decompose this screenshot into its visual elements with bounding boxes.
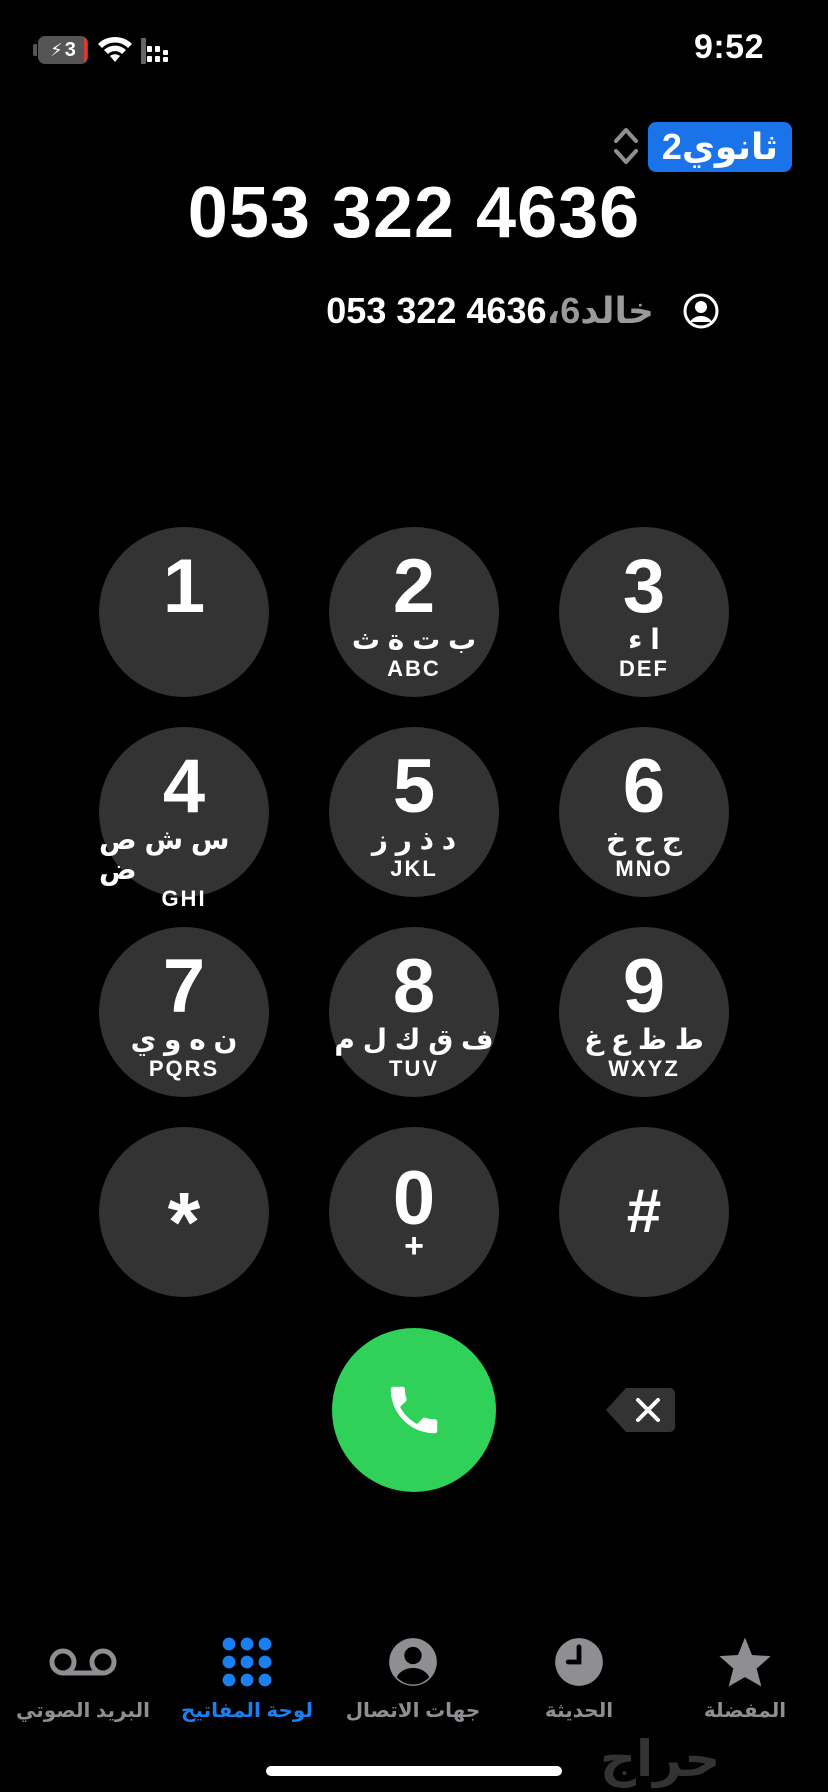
tab-label: لوحة المفاتيح bbox=[181, 1700, 313, 1722]
cellular-signal-icon bbox=[141, 38, 168, 64]
key-arabic-letters: ج ح خ bbox=[605, 824, 683, 855]
tab-contacts[interactable]: جهات الاتصال bbox=[333, 1634, 493, 1723]
tab-voicemail[interactable]: البريد الصوتي bbox=[3, 1634, 163, 1723]
key-plus-label: + bbox=[404, 1227, 424, 1265]
suggestion-separator: ، bbox=[546, 290, 561, 331]
voicemail-icon bbox=[49, 1648, 117, 1676]
battery-tip bbox=[33, 44, 37, 56]
key-digit: 9 bbox=[622, 944, 666, 1029]
key-star[interactable]: * bbox=[99, 1127, 269, 1297]
key-digit: 1 bbox=[162, 544, 206, 629]
key-1[interactable]: 1 bbox=[99, 527, 269, 697]
tab-recents[interactable]: الحديثة bbox=[499, 1634, 659, 1723]
tab-label: الحديثة bbox=[544, 1700, 614, 1722]
key-digit: 4 bbox=[162, 744, 206, 829]
contacts-icon bbox=[389, 1638, 437, 1686]
key-latin-letters: GHI bbox=[161, 886, 207, 911]
delete-button[interactable] bbox=[604, 1386, 676, 1434]
key-hash[interactable]: # bbox=[559, 1127, 729, 1297]
key-arabic-letters: س ش ص ض bbox=[99, 824, 230, 885]
key-latin-letters: MNO bbox=[615, 856, 673, 881]
tab-label: البريد الصوتي bbox=[16, 1700, 150, 1722]
key-arabic-letters: د ذ ر ز bbox=[371, 824, 457, 855]
battery-level: 3 bbox=[64, 38, 76, 61]
key-latin-letters: DEF bbox=[619, 656, 669, 681]
line-selector-badge[interactable]: ثانوي2 bbox=[647, 122, 792, 172]
key-0[interactable]: 0 + bbox=[329, 1127, 499, 1297]
contact-person-icon bbox=[683, 293, 719, 329]
clock-icon bbox=[555, 1638, 603, 1686]
key-digit: 8 bbox=[392, 944, 436, 1029]
key-2[interactable]: 2 ب ت ة ث ABC bbox=[329, 527, 499, 697]
key-latin-letters: WXYZ bbox=[608, 1056, 680, 1081]
status-time: 9:52 bbox=[693, 28, 764, 66]
key-6[interactable]: 6 ج ح خ MNO bbox=[559, 727, 729, 897]
tab-label: المفضلة bbox=[703, 1700, 787, 1722]
key-digit: 6 bbox=[622, 744, 666, 829]
key-4[interactable]: 4 س ش ص ض GHI bbox=[99, 727, 269, 911]
call-button[interactable] bbox=[332, 1328, 496, 1492]
phone-icon bbox=[390, 1386, 438, 1434]
home-indicator[interactable] bbox=[266, 1766, 562, 1776]
key-digit: # bbox=[626, 1177, 662, 1246]
key-arabic-letters: ا ء bbox=[628, 624, 660, 655]
key-digit: 5 bbox=[392, 744, 436, 829]
key-7[interactable]: 7 ن ه و ي PQRS bbox=[99, 927, 269, 1097]
key-arabic-letters: ب ت ة ث bbox=[351, 624, 477, 655]
suggestion-number: 053 322 4636 bbox=[326, 290, 547, 331]
wifi-icon bbox=[98, 36, 132, 62]
key-latin-letters: TUV bbox=[389, 1056, 439, 1081]
key-arabic-letters: ف ق ك ل م bbox=[334, 1024, 494, 1055]
line-switch-chevron-icon[interactable] bbox=[612, 125, 640, 167]
key-9[interactable]: 9 ط ظ ع غ WXYZ bbox=[559, 927, 729, 1097]
key-latin-letters: JKL bbox=[390, 856, 438, 881]
key-latin-letters: ABC bbox=[387, 656, 441, 681]
key-5[interactable]: 5 د ذ ر ز JKL bbox=[329, 727, 499, 897]
key-digit: * bbox=[167, 1175, 201, 1269]
entered-number: 053 322 4636 bbox=[187, 173, 641, 253]
key-digit: 3 bbox=[622, 544, 666, 629]
tab-label: جهات الاتصال bbox=[345, 1700, 481, 1722]
key-3[interactable]: 3 ا ء DEF bbox=[559, 527, 729, 697]
star-icon bbox=[719, 1637, 771, 1687]
battery-charging-icon: ⚡ 3 bbox=[38, 36, 88, 64]
key-digit: 0 bbox=[392, 1156, 436, 1241]
key-digit: 2 bbox=[392, 544, 436, 629]
tab-favorites[interactable]: المفضلة bbox=[665, 1634, 825, 1723]
key-arabic-letters: ن ه و ي bbox=[130, 1024, 238, 1055]
battery-low-indicator bbox=[84, 38, 87, 62]
suggestion-name: خالد6 bbox=[560, 290, 654, 331]
key-latin-letters: PQRS bbox=[148, 1056, 220, 1081]
tab-keypad[interactable]: لوحة المفاتيح bbox=[167, 1634, 327, 1723]
keypad-icon bbox=[222, 1637, 272, 1687]
key-digit: 7 bbox=[162, 944, 206, 1029]
key-8[interactable]: 8 ف ق ك ل م TUV bbox=[329, 927, 499, 1097]
key-arabic-letters: ط ظ ع غ bbox=[584, 1024, 704, 1055]
watermark-logo: حراج bbox=[600, 1731, 721, 1787]
